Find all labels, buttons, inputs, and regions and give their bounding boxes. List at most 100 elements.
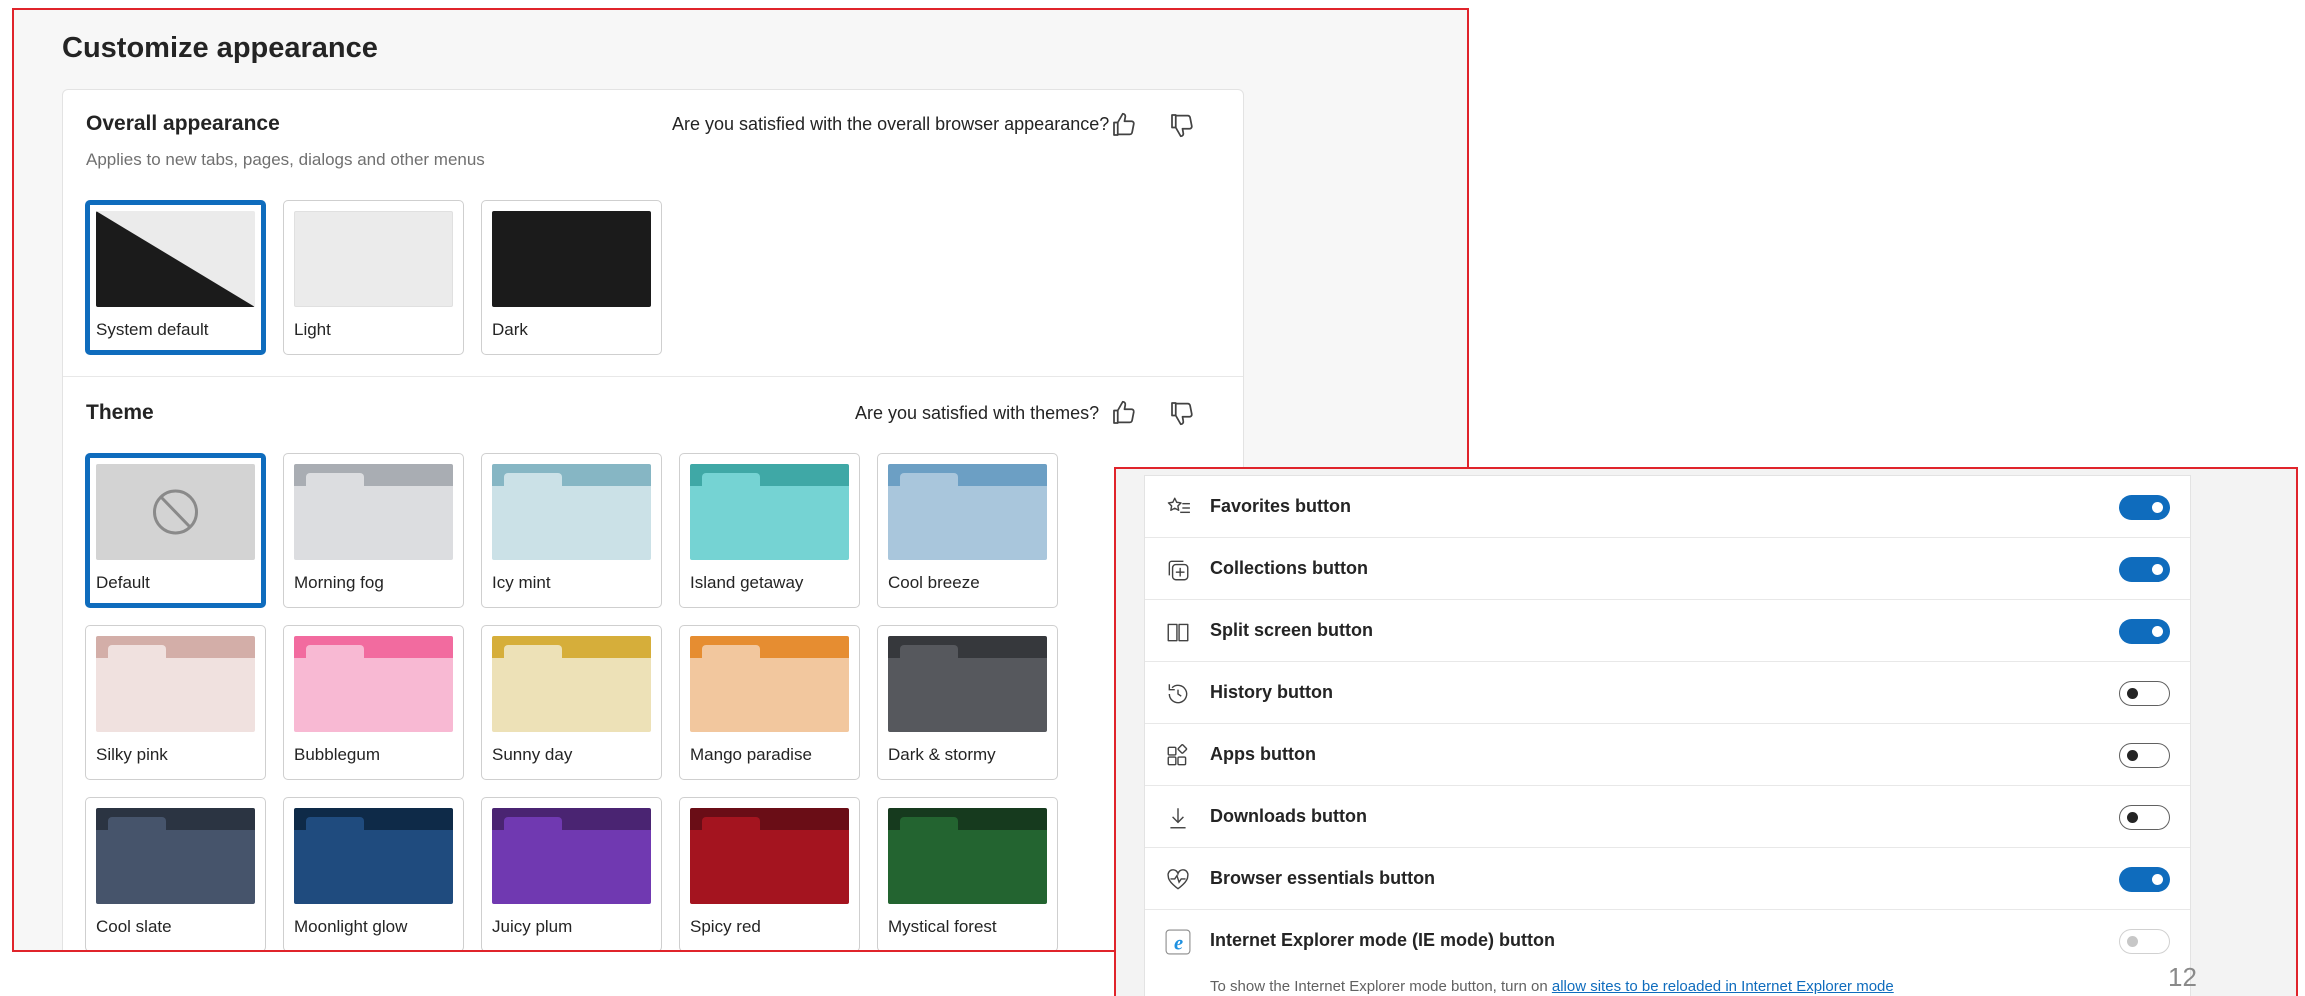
theme-swatch-tab xyxy=(702,817,760,841)
theme-swatch-body xyxy=(888,830,1047,904)
theme-swatch-body xyxy=(492,658,651,732)
tile-label: Light xyxy=(294,320,331,339)
tile-label: Sunny day xyxy=(492,745,573,764)
thumbs-down-icon[interactable] xyxy=(1167,110,1197,140)
toolbar-setting-row: Split screen button xyxy=(1145,600,2190,662)
toolbar-setting-label: Collections button xyxy=(1210,558,1368,578)
theme-swatch-tab xyxy=(504,473,562,497)
toolbar-setting-label: Apps button xyxy=(1210,744,1316,764)
tile-label: Moonlight glow xyxy=(294,917,408,936)
light-swatch xyxy=(294,211,453,307)
theme-title: Theme xyxy=(86,401,154,424)
toggle-switch[interactable] xyxy=(2119,805,2170,830)
theme-swatch-tab xyxy=(504,645,562,669)
toolbar-setting-label: Favorites button xyxy=(1210,496,1352,516)
theme-swatch xyxy=(492,808,651,904)
theme-swatch xyxy=(492,464,651,560)
toolbar-setting-row: Apps button xyxy=(1145,724,2190,786)
theme-option-morning-fog[interactable]: Morning fog xyxy=(283,453,464,608)
toolbar-setting-row: Favorites button xyxy=(1145,476,2190,538)
theme-swatch-body xyxy=(492,830,651,904)
theme-swatch-body xyxy=(294,658,453,732)
toolbar-setting-label: Split screen button xyxy=(1210,620,1374,640)
theme-swatch-body xyxy=(888,486,1047,560)
toolbar-setting-label: History button xyxy=(1210,682,1333,702)
theme-option-juicy-plum[interactable]: Juicy plum xyxy=(481,797,662,950)
theme-swatch xyxy=(96,464,255,560)
theme-swatch xyxy=(294,808,453,904)
toggle-switch[interactable] xyxy=(2119,495,2170,520)
theme-swatch xyxy=(96,808,255,904)
toolbar-setting-label: Internet Explorer mode (IE mode) button xyxy=(1210,930,1556,950)
theme-swatch-tab xyxy=(108,645,166,669)
tile-label: Default xyxy=(96,573,150,592)
theme-option-sunny-day[interactable]: Sunny day xyxy=(481,625,662,780)
dark-swatch xyxy=(492,211,651,307)
tile-label: Cool slate xyxy=(96,917,172,936)
theme-swatch-tab xyxy=(900,817,958,841)
theme-option-dark-stormy[interactable]: Dark & stormy xyxy=(877,625,1058,780)
system-default-swatch xyxy=(96,211,255,307)
toolbar-buttons-card: Favorites button Collections button Split … xyxy=(1144,475,2191,996)
theme-swatch-body xyxy=(294,486,453,560)
tile-label: Cool breeze xyxy=(888,573,980,592)
theme-swatch xyxy=(492,636,651,732)
appearance-option-dark[interactable]: Dark xyxy=(481,200,662,355)
theme-option-silky-pink[interactable]: Silky pink xyxy=(85,625,266,780)
appearance-option-system-default[interactable]: System default xyxy=(85,200,266,355)
theme-swatch xyxy=(294,636,453,732)
theme-option-icy-mint[interactable]: Icy mint xyxy=(481,453,662,608)
toggle-switch[interactable] xyxy=(2119,557,2170,582)
theme-option-island-getaway[interactable]: Island getaway xyxy=(679,453,860,608)
tile-label: Spicy red xyxy=(690,917,761,936)
toolbar-setting-row: History button xyxy=(1145,662,2190,724)
toggle-switch[interactable] xyxy=(2119,681,2170,706)
theme-option-spicy-red[interactable]: Spicy red xyxy=(679,797,860,950)
tile-label: Dark & stormy xyxy=(888,745,996,764)
theme-option-mango-paradise[interactable]: Mango paradise xyxy=(679,625,860,780)
thumbs-down-icon[interactable] xyxy=(1167,398,1197,428)
overall-appearance-title: Overall appearance xyxy=(86,112,280,135)
toolbar-setting-label: Downloads button xyxy=(1210,806,1367,826)
theme-option-mystical-forest[interactable]: Mystical forest xyxy=(877,797,1058,950)
appearance-option-light[interactable]: Light xyxy=(283,200,464,355)
toggle-switch[interactable] xyxy=(2119,619,2170,644)
theme-option-cool-slate[interactable]: Cool slate xyxy=(85,797,266,950)
appearance-settings-card: Overall appearance Applies to new tabs, … xyxy=(62,89,1244,950)
slide-number: 12 xyxy=(2168,962,2197,992)
tile-label: Mango paradise xyxy=(690,745,812,764)
tile-label: Island getaway xyxy=(690,573,804,592)
theme-option-default[interactable]: Default xyxy=(85,453,266,608)
toggle-switch xyxy=(2119,929,2170,954)
page-title: Customize appearance xyxy=(62,32,378,64)
theme-swatch xyxy=(690,808,849,904)
theme-swatch-tab xyxy=(900,473,958,497)
theme-swatch-tab xyxy=(504,817,562,841)
tile-label: Bubblegum xyxy=(294,745,381,764)
toggle-switch[interactable] xyxy=(2119,743,2170,768)
collections-icon xyxy=(1165,557,1191,583)
theme-swatch xyxy=(690,636,849,732)
theme-swatch-tab xyxy=(900,645,958,669)
ie-mode-note: To show the Internet Explorer mode butto… xyxy=(1210,978,1894,995)
svg-text:e: e xyxy=(1174,933,1183,955)
tile-label: Mystical forest xyxy=(888,917,997,936)
tile-label: Morning fog xyxy=(294,573,384,592)
tile-label: Silky pink xyxy=(96,745,168,764)
toggle-switch[interactable] xyxy=(2119,867,2170,892)
theme-swatch-body xyxy=(492,486,651,560)
ie-mode-icon: e xyxy=(1165,929,1191,955)
ie-note-text: To show the Internet Explorer mode butto… xyxy=(1210,978,1552,995)
ie-mode-settings-link[interactable]: allow sites to be reloaded in Internet E… xyxy=(1552,978,1894,995)
toolbar-setting-row: Collections button xyxy=(1145,538,2190,600)
thumbs-up-icon[interactable] xyxy=(1109,110,1139,140)
theme-option-moonlight-glow[interactable]: Moonlight glow xyxy=(283,797,464,950)
tile-label: System default xyxy=(96,320,209,339)
theme-option-bubblegum[interactable]: Bubblegum xyxy=(283,625,464,780)
toolbar-setting-label: Browser essentials button xyxy=(1210,868,1436,888)
theme-swatch-tab xyxy=(306,817,364,841)
tile-label: Dark xyxy=(492,320,528,339)
theme-option-cool-breeze[interactable]: Cool breeze xyxy=(877,453,1058,608)
thumbs-up-icon[interactable] xyxy=(1109,398,1139,428)
theme-swatch-body xyxy=(690,830,849,904)
